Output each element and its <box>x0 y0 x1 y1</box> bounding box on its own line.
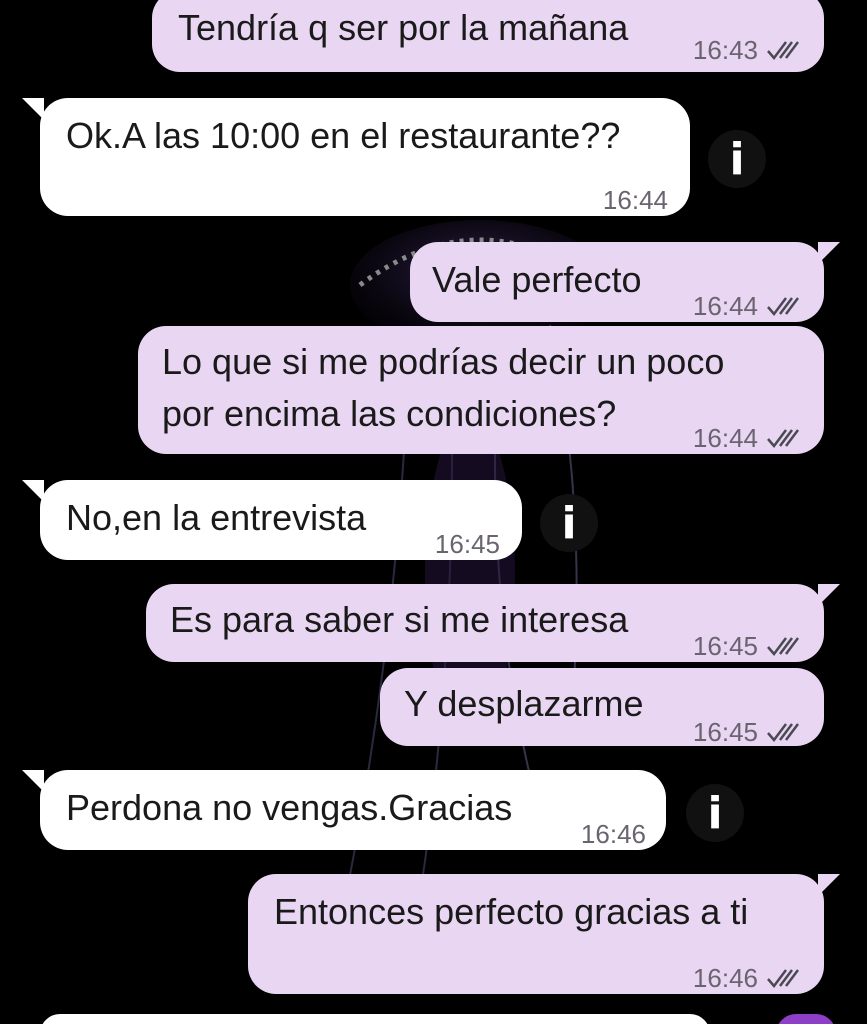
info-icon[interactable]: i <box>708 130 766 188</box>
double-check-icon <box>767 969 799 988</box>
message-time: 16:45 <box>692 631 758 661</box>
avatar-partial[interactable] <box>776 1014 836 1024</box>
double-check-icon <box>767 429 799 448</box>
message-time: 16:45 <box>434 529 500 559</box>
message-meta: 16:45 <box>435 518 500 570</box>
message-meta: 16:44 <box>693 280 802 332</box>
message-bubble-incoming[interactable]: No,en la entrevista 16:45 <box>22 480 522 560</box>
message-text: Tendría q ser por la mañana <box>178 7 629 48</box>
message-meta: 16:45 <box>693 620 802 672</box>
message-bubble-outgoing[interactable]: Tendría q ser por la mañana 16:43 <box>152 0 824 72</box>
double-check-icon <box>767 297 799 316</box>
message-meta: 16:43 <box>693 24 802 76</box>
message-time: 16:46 <box>692 963 758 993</box>
message-text: Entonces perfecto gracias a ti <box>274 891 749 932</box>
message-bubble-outgoing[interactable]: Y desplazarme 16:45 <box>380 668 824 747</box>
message-text: Es para saber si me interesa <box>170 599 629 640</box>
message-text: Y desplazarme <box>404 683 644 724</box>
message-text: No,en la entrevista <box>66 497 367 538</box>
message-meta: 16:45 <box>693 706 802 758</box>
message-bubble-incoming[interactable]: Perdona no vengas.Gracias 16:46 <box>22 770 666 850</box>
message-meta: 16:44 <box>603 174 668 226</box>
message-bubble-incoming-partial[interactable] <box>40 1014 710 1024</box>
message-time: 16:46 <box>580 819 646 849</box>
info-icon[interactable]: i <box>686 784 744 842</box>
message-time: 16:45 <box>692 717 758 747</box>
message-meta: 16:46 <box>581 808 646 860</box>
message-time: 16:44 <box>692 423 758 453</box>
message-bubble-outgoing[interactable]: Vale perfecto 16:44 <box>410 242 840 322</box>
message-meta: 16:44 <box>693 412 802 464</box>
message-bubble-incoming[interactable]: Ok.A las 10:00 en el restaurante?? 16:44 <box>22 98 690 216</box>
double-check-icon <box>767 723 799 742</box>
message-meta: 16:46 <box>693 952 802 1004</box>
double-check-icon <box>767 637 799 656</box>
double-check-icon <box>767 41 799 60</box>
message-time: 16:44 <box>692 291 758 321</box>
message-text: Perdona no vengas.Gracias <box>66 787 513 828</box>
message-bubble-outgoing[interactable]: Es para saber si me interesa 16:45 <box>146 584 840 662</box>
message-bubble-outgoing[interactable]: Entonces perfecto gracias a ti 16:46 <box>248 874 840 994</box>
message-time: 16:44 <box>602 185 668 215</box>
message-text-line: por encima las condiciones? <box>162 393 617 434</box>
message-text-line: Lo que si me podrías decir un poco <box>162 341 725 382</box>
message-text: Ok.A las 10:00 en el restaurante?? <box>66 115 621 156</box>
info-icon[interactable]: i <box>540 494 598 552</box>
message-time: 16:43 <box>692 35 758 65</box>
message-text: Vale perfecto <box>432 259 642 300</box>
chat-window: Tendría q ser por la mañana 16:43 Ok.A l… <box>0 0 867 1024</box>
message-bubble-outgoing[interactable]: Lo que si me podrías decir un poco por e… <box>138 326 824 454</box>
